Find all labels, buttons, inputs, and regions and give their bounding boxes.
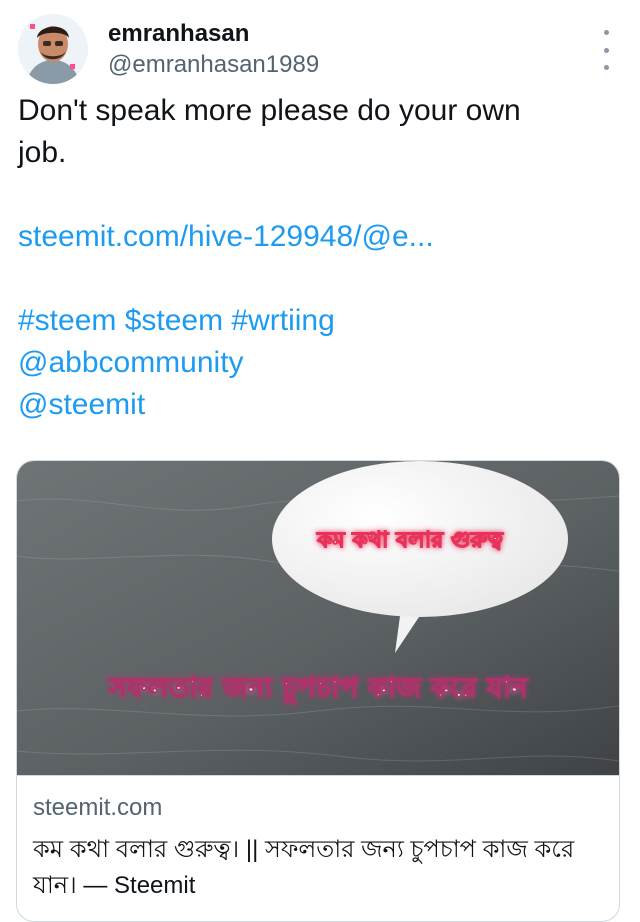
tweet-screen: emranhasan @emranhasan1989 Don't speak m…	[0, 0, 640, 922]
user-handle[interactable]: @emranhasan1989	[108, 50, 319, 80]
tweet-text: Don't speak more please do your own job.…	[18, 90, 608, 426]
tweet-text-line: job.	[18, 136, 67, 169]
hashtags-line[interactable]: #steem $steem #wrtiing	[18, 300, 608, 342]
card-domain: steemit.com	[33, 794, 163, 821]
display-name[interactable]: emranhasan	[108, 20, 319, 48]
tweet-header: emranhasan @emranhasan1989	[18, 14, 640, 84]
more-dot	[603, 30, 609, 35]
bubble-text: কম কথা বলার গুরুত্ব	[316, 528, 504, 553]
avatar[interactable]	[18, 14, 88, 84]
mention-steemit[interactable]: @steemit	[18, 384, 608, 426]
card-footer: steemit.com কম কথা বলার গুরুত্ব। || সফলত…	[17, 775, 619, 921]
more-dot	[603, 65, 609, 70]
card-title[interactable]: কম কথা বলার গুরুত্ব। || সফলতার জন্য চুপচ…	[33, 832, 603, 904]
banner-text: সফলতার জন্য চুপচাপ কাজ করে যান	[107, 671, 529, 705]
tweet-link[interactable]: steemit.com/hive-129948/@e...	[18, 216, 608, 258]
author-names: emranhasan @emranhasan1989	[108, 20, 319, 80]
link-card[interactable]: কম কথা বলার গুরুত্ব সফলতার জন্য চুপচাপ ক…	[16, 460, 620, 922]
mention-abbcommunity[interactable]: @abbcommunity	[18, 342, 608, 384]
more-dot	[603, 47, 609, 53]
avatar-image	[18, 14, 88, 84]
more-vertical-icon[interactable]	[596, 30, 616, 70]
card-image[interactable]: কম কথা বলার গুরুত্ব সফলতার জন্য চুপচাপ ক…	[17, 461, 619, 775]
tweet-text-line: Don't speak more please do your own	[18, 94, 521, 127]
